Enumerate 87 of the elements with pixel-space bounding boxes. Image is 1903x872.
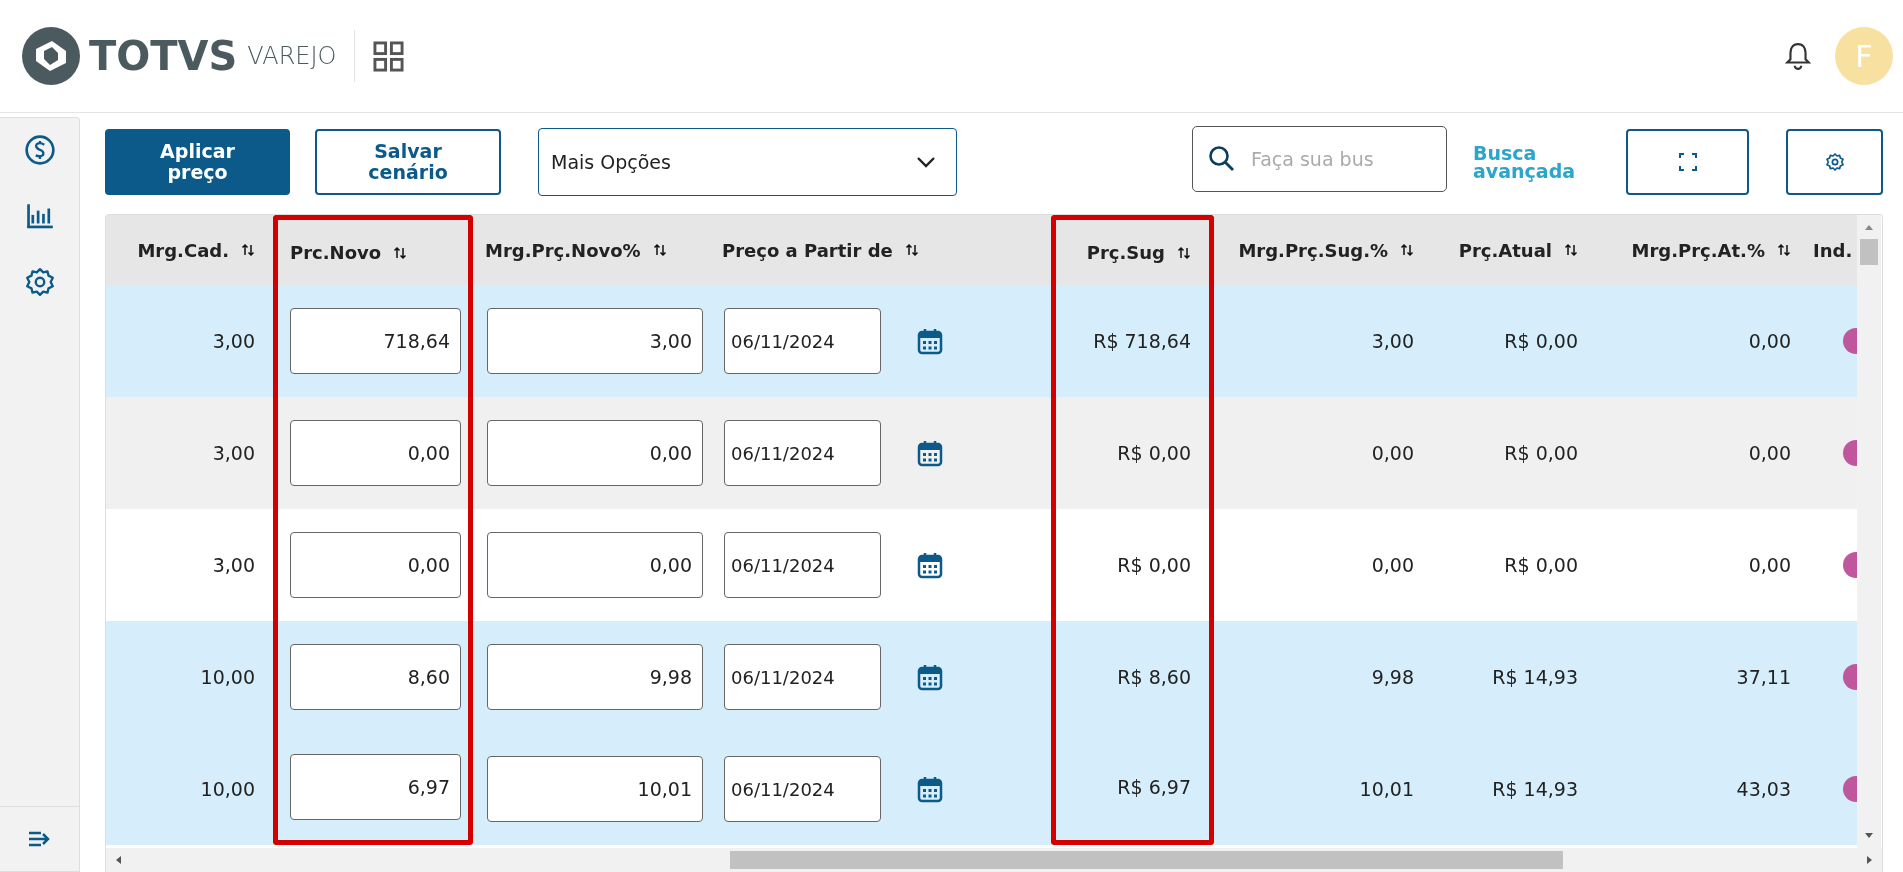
column-header[interactable]: Prç.Sug (1086, 242, 1165, 263)
table-cell: 0,00 (1748, 442, 1791, 464)
scrollbar-thumb[interactable] (1860, 239, 1878, 265)
table-cell: 10,00 (200, 666, 255, 688)
settings-icon[interactable] (23, 266, 56, 298)
table-cell: 10,01 (1359, 778, 1414, 800)
vertical-scrollbar[interactable] (1857, 215, 1881, 848)
table-cell: R$ 0,00 (1504, 442, 1578, 464)
sort-icon[interactable] (1564, 243, 1578, 257)
table-cell: R$ 8,60 (1117, 666, 1191, 688)
column-header[interactable]: Mrg.Prç.At.% (1631, 239, 1765, 261)
scrollbar-thumb[interactable] (730, 851, 1563, 869)
date-input[interactable]: 06/11/2024 (724, 756, 881, 822)
notification-bell-icon[interactable] (1785, 42, 1811, 70)
table-cell: R$ 0,00 (1117, 554, 1191, 576)
table-cell: 37,11 (1736, 666, 1791, 688)
search-field[interactable]: Faça sua bus (1192, 126, 1447, 192)
table-cell: 0,00 (1371, 554, 1414, 576)
table-cell: R$ 718,64 (1093, 330, 1191, 352)
price-input[interactable]: 8,60 (290, 644, 461, 710)
table-cell: R$ 14,93 (1492, 666, 1578, 688)
table-cell: 3,00 (212, 330, 255, 352)
calendar-icon[interactable] (917, 327, 943, 355)
scroll-up-icon[interactable] (1864, 223, 1874, 231)
apps-grid-icon[interactable] (373, 40, 405, 72)
calendar-icon[interactable] (917, 775, 943, 803)
brand-name: TOTVS (89, 33, 238, 79)
scroll-right-icon[interactable] (1866, 855, 1874, 865)
scroll-left-icon[interactable] (114, 855, 122, 865)
table-cell: 3,00 (1371, 330, 1414, 352)
table-cell: 43,03 (1736, 778, 1791, 800)
sort-icon[interactable] (652, 243, 667, 257)
date-input[interactable]: 06/11/2024 (724, 308, 881, 374)
price-input[interactable]: 718,64 (290, 308, 461, 374)
price-input[interactable]: 9,98 (487, 644, 703, 710)
table-cell: 0,00 (1748, 554, 1791, 576)
sort-icon[interactable] (241, 243, 255, 257)
horizontal-scrollbar[interactable] (106, 848, 1882, 872)
price-input[interactable]: 3,00 (487, 308, 703, 374)
price-input[interactable]: 0,00 (487, 532, 703, 598)
sort-icon[interactable] (904, 243, 919, 257)
column-header[interactable]: Mrg.Prç.Novo% (485, 239, 641, 261)
calendar-icon[interactable] (917, 439, 943, 467)
date-input[interactable]: 06/11/2024 (724, 532, 881, 598)
table-cell: R$ 0,00 (1504, 330, 1578, 352)
price-input[interactable]: 0,00 (290, 532, 461, 598)
options-dropdown[interactable]: Mais Opções (538, 128, 957, 196)
table-cell: R$ 0,00 (1117, 442, 1191, 464)
scroll-down-icon[interactable] (1864, 832, 1874, 840)
table-cell: 3,00 (212, 442, 255, 464)
product-name: VAREJO (247, 42, 337, 70)
settings-icon (1824, 152, 1845, 172)
chevron-down-icon (916, 156, 936, 168)
table-cell: R$ 0,00 (1504, 554, 1578, 576)
table-cell: R$ 6,97 (1117, 775, 1191, 798)
apply-price-button[interactable]: Aplicar preço (105, 129, 290, 195)
table-cell: 0,00 (1371, 442, 1414, 464)
price-input[interactable]: 0,00 (487, 420, 703, 486)
logo-icon (22, 27, 80, 85)
sort-icon[interactable] (1400, 243, 1414, 257)
fullscreen-button[interactable] (1626, 129, 1749, 195)
table-cell: 3,00 (212, 554, 255, 576)
table-cell: 9,98 (1371, 666, 1414, 688)
sort-icon[interactable] (1777, 243, 1791, 257)
price-input[interactable]: 6,97 (290, 753, 461, 820)
date-input[interactable]: 06/11/2024 (724, 420, 881, 486)
date-input[interactable]: 06/11/2024 (724, 644, 881, 710)
table-cell: 10,00 (200, 778, 255, 800)
table-cell: 0,00 (1748, 330, 1791, 352)
column-header[interactable]: Preço a Partir de (722, 239, 893, 261)
calendar-icon[interactable] (917, 551, 943, 579)
column-header[interactable]: Ind. (1813, 239, 1853, 261)
save-scenario-button[interactable]: Salvar cenário (315, 129, 501, 195)
price-input[interactable]: 10,01 (487, 756, 703, 822)
dollar-icon[interactable] (23, 134, 56, 166)
fullscreen-icon (1677, 152, 1698, 172)
price-input[interactable]: 0,00 (290, 420, 461, 486)
table-cell: R$ 14,93 (1492, 778, 1578, 800)
column-header[interactable]: Mrg.Prç.Sug.% (1238, 239, 1388, 261)
sort-icon[interactable] (1177, 245, 1191, 260)
column-header[interactable]: Mrg.Cad. (137, 239, 229, 261)
column-header[interactable]: Prç.Atual (1458, 239, 1552, 261)
calendar-icon[interactable] (917, 663, 943, 691)
search-icon (1208, 145, 1236, 173)
column-header[interactable]: Prc.Novo (290, 242, 382, 263)
sort-icon[interactable] (393, 245, 408, 260)
settings-button[interactable] (1786, 129, 1883, 195)
